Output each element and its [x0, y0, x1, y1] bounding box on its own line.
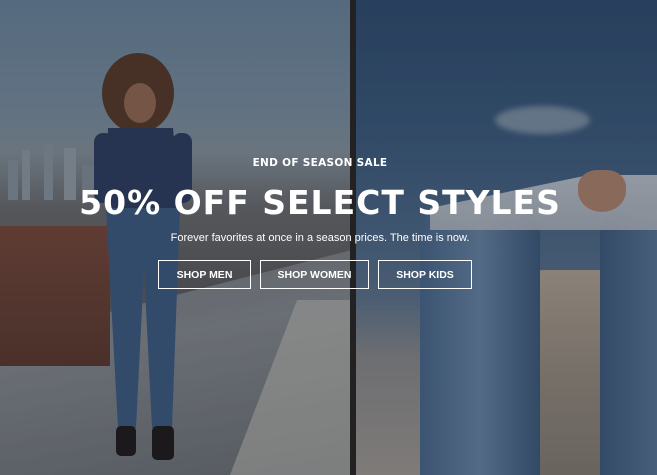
sale-subtext: Forever favorites at once in a season pr…	[170, 232, 470, 244]
shop-women-button[interactable]: SHOP WOMEN	[260, 260, 369, 289]
sale-headline: 50% OFF SELECT STYLES	[79, 183, 561, 222]
sale-eyebrow: END OF SEASON SALE	[252, 157, 388, 169]
hero-banner: END OF SEASON SALE 50% OFF SELECT STYLES…	[0, 0, 657, 475]
shop-men-button[interactable]: SHOP MEN	[158, 260, 251, 289]
hero-content: END OF SEASON SALE 50% OFF SELECT STYLES…	[0, 0, 657, 475]
shop-kids-button[interactable]: SHOP KIDS	[378, 260, 472, 289]
shop-button-group: SHOP MEN SHOP WOMEN SHOP KIDS	[158, 260, 478, 291]
